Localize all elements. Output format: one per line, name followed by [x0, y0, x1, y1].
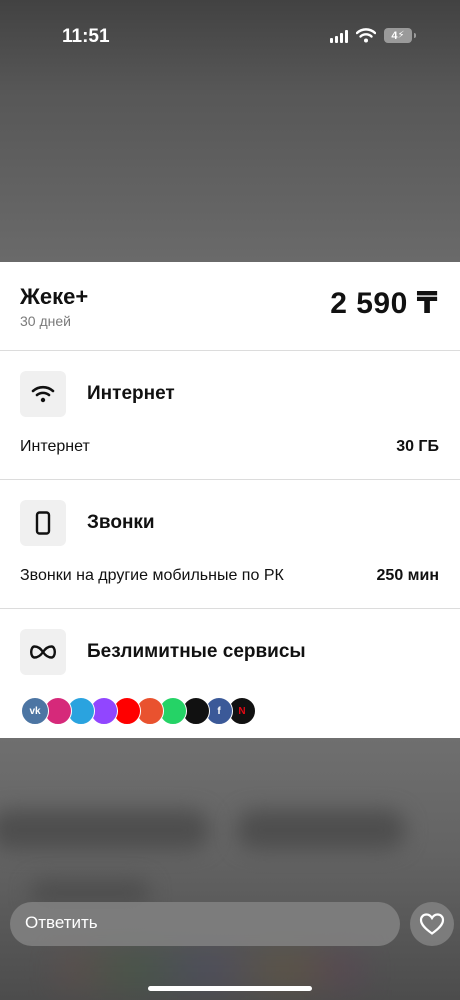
divider [0, 479, 460, 480]
section-title-unlimited: Безлимитные сервисы [87, 641, 306, 662]
plan-period: 30 дней [20, 313, 71, 329]
plan-name: Жеке+ [20, 284, 89, 309]
divider [0, 350, 460, 351]
home-indicator [148, 986, 312, 991]
vk-icon: vk [21, 697, 49, 725]
reply-placeholder: Ответить [25, 913, 98, 932]
calls-row-label: Звонки на другие мобильные по РК [20, 567, 284, 584]
like-button[interactable] [410, 902, 454, 946]
infinity-icon [20, 629, 66, 675]
internet-row-label: Интернет [20, 438, 90, 455]
divider [0, 608, 460, 609]
internet-row-value: 30 ГБ [396, 438, 439, 455]
plan-price: 2 590 ₸ [330, 287, 438, 320]
reply-input[interactable]: Ответить [10, 902, 400, 946]
blurred-text [0, 810, 210, 850]
status-icons: 4 ⚡ [330, 28, 416, 43]
signal-icon [330, 29, 348, 43]
phone-icon [20, 500, 66, 546]
section-title-internet: Интернет [87, 383, 175, 404]
calls-row-value: 250 мин [376, 567, 439, 584]
wifi-status-icon [356, 28, 376, 43]
plan-card: Жеке+ 30 дней 2 590 ₸ Интернет Интернет … [0, 262, 460, 738]
charging-icon: ⚡ [397, 30, 405, 41]
blurred-text [236, 810, 406, 850]
blurred-decoration [60, 950, 360, 990]
wifi-icon [20, 371, 66, 417]
status-time: 11:51 [62, 26, 110, 47]
battery-icon: 4 ⚡ [384, 28, 416, 43]
section-title-calls: Звонки [87, 512, 155, 533]
heart-icon [419, 913, 445, 935]
